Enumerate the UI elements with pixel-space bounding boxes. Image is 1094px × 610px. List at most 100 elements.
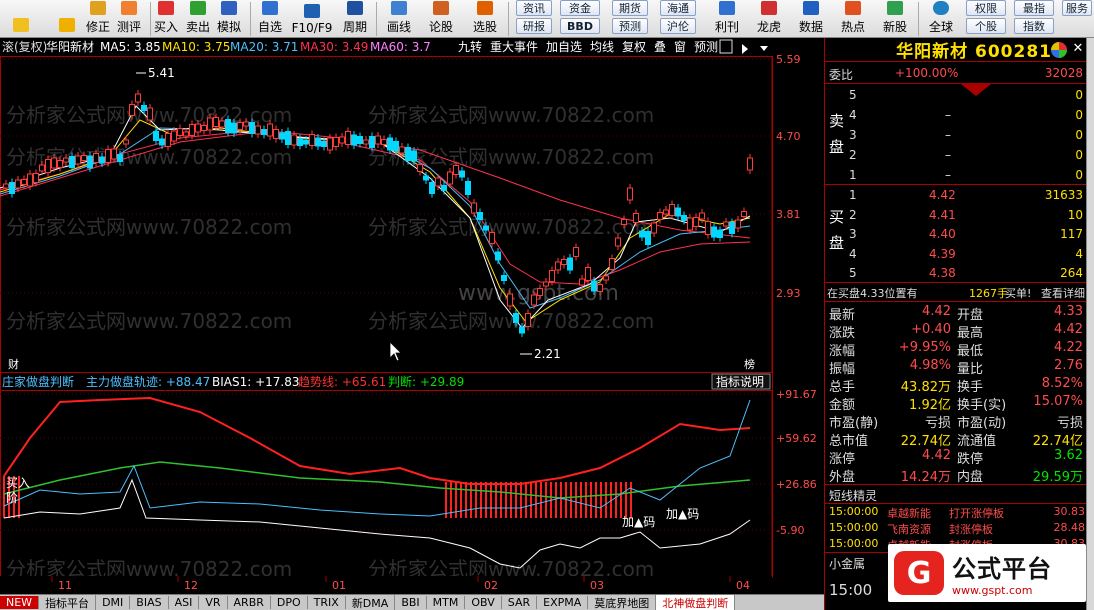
tab-funds[interactable]: 资金 [560, 0, 600, 16]
indicator-tab[interactable]: BBI [395, 596, 427, 609]
period-button[interactable]: 周期 [340, 0, 370, 38]
indicator-main: 主力做盘轨迹: +88.47 [86, 374, 210, 389]
candle-body [423, 175, 429, 181]
chart-menu-item[interactable]: 加自选 [546, 40, 582, 54]
evaluate-button[interactable]: 测评 [114, 0, 144, 38]
tab-news[interactable]: 资讯 [516, 0, 552, 16]
tab-haitong[interactable]: 海通 [660, 0, 696, 16]
sell-level-row[interactable]: 4 – 0 [825, 106, 1087, 124]
stock-label: 个股 [975, 20, 997, 33]
chart-menu-item[interactable]: 叠 [654, 40, 666, 54]
journal-button[interactable]: 利刊 [710, 0, 744, 38]
indicator-tab[interactable]: EXPMA [537, 596, 589, 609]
level-volume: 31633 [1044, 188, 1083, 202]
global-button[interactable]: 全球 [924, 0, 958, 38]
watermark-text: 分析家公式网www.70822.com [368, 103, 654, 127]
watermark-text: 分析家公式网www.70822.com [368, 215, 654, 239]
quote-stat-row: 总市值 22.74亿 流通值 22.74亿 [825, 429, 1087, 449]
ma5-label: MA5: 3.85 [100, 40, 161, 54]
indicator-tab[interactable]: 北神做盘判断 [656, 594, 736, 610]
tab-latest[interactable]: 最指 [1014, 0, 1054, 16]
down-button[interactable] [52, 0, 82, 38]
indicator-tab[interactable]: SAR [502, 596, 538, 609]
indicator-tab[interactable]: MTM [427, 596, 466, 609]
notice-row[interactable]: 在买盘4.33位置有 1267手 买单! 查看详细 [825, 283, 1087, 301]
correct-button[interactable]: 修正 [84, 0, 112, 38]
buy-level-row[interactable]: 2 4.41 10 [825, 206, 1087, 224]
bbd-button[interactable]: BBD [560, 18, 600, 34]
report-button[interactable]: 研报 [516, 18, 552, 34]
indicator-tab[interactable]: NEW [0, 596, 40, 609]
chart-area[interactable]: 滚(复权) 华阳新材 MA5: 3.85 MA10: 3.75 MA20: 3.… [0, 38, 824, 594]
tab-perm[interactable]: 权限 [966, 0, 1006, 16]
ipo-button[interactable]: 新股 [878, 0, 912, 38]
gauge-icon [121, 1, 137, 15]
chart-menu-item[interactable]: 九转 [458, 39, 482, 54]
chart-menu-item[interactable]: 重大事件 [490, 40, 538, 54]
stat-value: 14.24万 [900, 470, 951, 485]
sell-level-row[interactable]: 50 [825, 86, 1087, 104]
buy-level-row[interactable]: 3 4.40 117 [825, 225, 1087, 243]
draw-button[interactable]: 画线 [384, 0, 414, 38]
buy-level-row[interactable]: 5 4.38 264 [825, 264, 1087, 282]
indicator-tab[interactable]: 莫底界地图 [588, 594, 657, 610]
data-button[interactable]: 数据 [794, 0, 828, 38]
indicator-grid [0, 393, 772, 531]
dragon-button[interactable]: 龙虎 [752, 0, 786, 38]
indicator-tab[interactable]: ARBR [228, 596, 271, 609]
forum-button[interactable]: 论股 [426, 0, 456, 38]
simulate-button[interactable]: 模拟 [214, 0, 244, 38]
sell-level-row[interactable]: 2 – 0 [825, 146, 1087, 164]
brand-badge: G 公式平台 www.gspt.com [888, 544, 1086, 602]
report-label: 研报 [523, 20, 545, 33]
time-label: 01 [332, 579, 346, 592]
index-button[interactable]: 指数 [1014, 18, 1054, 34]
buy-level-row[interactable]: 4 4.39 4 [825, 245, 1087, 263]
level-volume: 0 [1075, 148, 1083, 162]
notice-detail-link[interactable]: 查看详细 [1041, 285, 1085, 301]
scrollbar[interactable] [1086, 38, 1094, 610]
indicator-tab[interactable]: OBV [465, 596, 502, 609]
pencil-icon [391, 1, 407, 15]
f10-button[interactable]: F10/F9 [290, 0, 334, 38]
chart-menu-item[interactable]: 预测 [694, 40, 718, 54]
screener-button[interactable]: 选股 [470, 0, 500, 38]
indicator-tab[interactable]: DMI [96, 596, 131, 609]
indicator-tab[interactable]: VR [199, 596, 228, 609]
stock-button[interactable]: 个股 [966, 18, 1006, 34]
quote-stat-row: 涨跌 +0.40 最高 4.42 [825, 321, 1087, 341]
sell-level-row[interactable]: 1 – 0 [825, 166, 1087, 184]
chart-menu-item[interactable]: 复权 [622, 40, 646, 54]
globe-icon [933, 1, 949, 15]
back-button[interactable] [4, 0, 38, 38]
filter-icon [477, 1, 493, 15]
buy-button[interactable]: 买入 [152, 0, 180, 38]
hotspot-button[interactable]: 热点 [836, 0, 870, 38]
candle-body [723, 221, 729, 227]
time-label: 03 [590, 579, 604, 592]
indicator-tab[interactable]: ASI [169, 596, 200, 609]
hulun-button[interactable]: 沪伦 [660, 18, 696, 34]
pie-icon[interactable] [1051, 42, 1067, 58]
tab-service[interactable]: 服务 [1062, 0, 1092, 16]
chart-menu-item[interactable]: 均线 [590, 40, 614, 54]
forecast-button[interactable]: 预测 [612, 18, 648, 34]
indicator-tab[interactable]: DPO [271, 596, 308, 609]
time-label: 11 [58, 579, 72, 592]
short-title-row[interactable]: 短线精灵 [825, 485, 1087, 503]
chart-menu-item[interactable]: 窗 [674, 40, 686, 54]
close-icon[interactable]: ✕ [1071, 42, 1085, 56]
watchlist-button[interactable]: 自选 [254, 0, 286, 38]
indicator-tab[interactable]: 新DMA [346, 594, 396, 610]
indicator-tab[interactable]: 指标平台 [39, 594, 97, 610]
indicator-tab[interactable]: TRIX [308, 596, 346, 609]
tab-futures[interactable]: 期货 [612, 0, 648, 16]
candle-body [285, 131, 291, 145]
buy-level-row[interactable]: 1 4.42 31633 [825, 186, 1087, 204]
global-label: 全球 [928, 20, 953, 34]
sell-icon [190, 1, 206, 15]
sell-button[interactable]: 卖出 [184, 0, 212, 38]
candle-body [669, 204, 675, 216]
indicator-tab[interactable]: BIAS [130, 596, 169, 609]
sell-level-row[interactable]: 3 – 0 [825, 126, 1087, 144]
